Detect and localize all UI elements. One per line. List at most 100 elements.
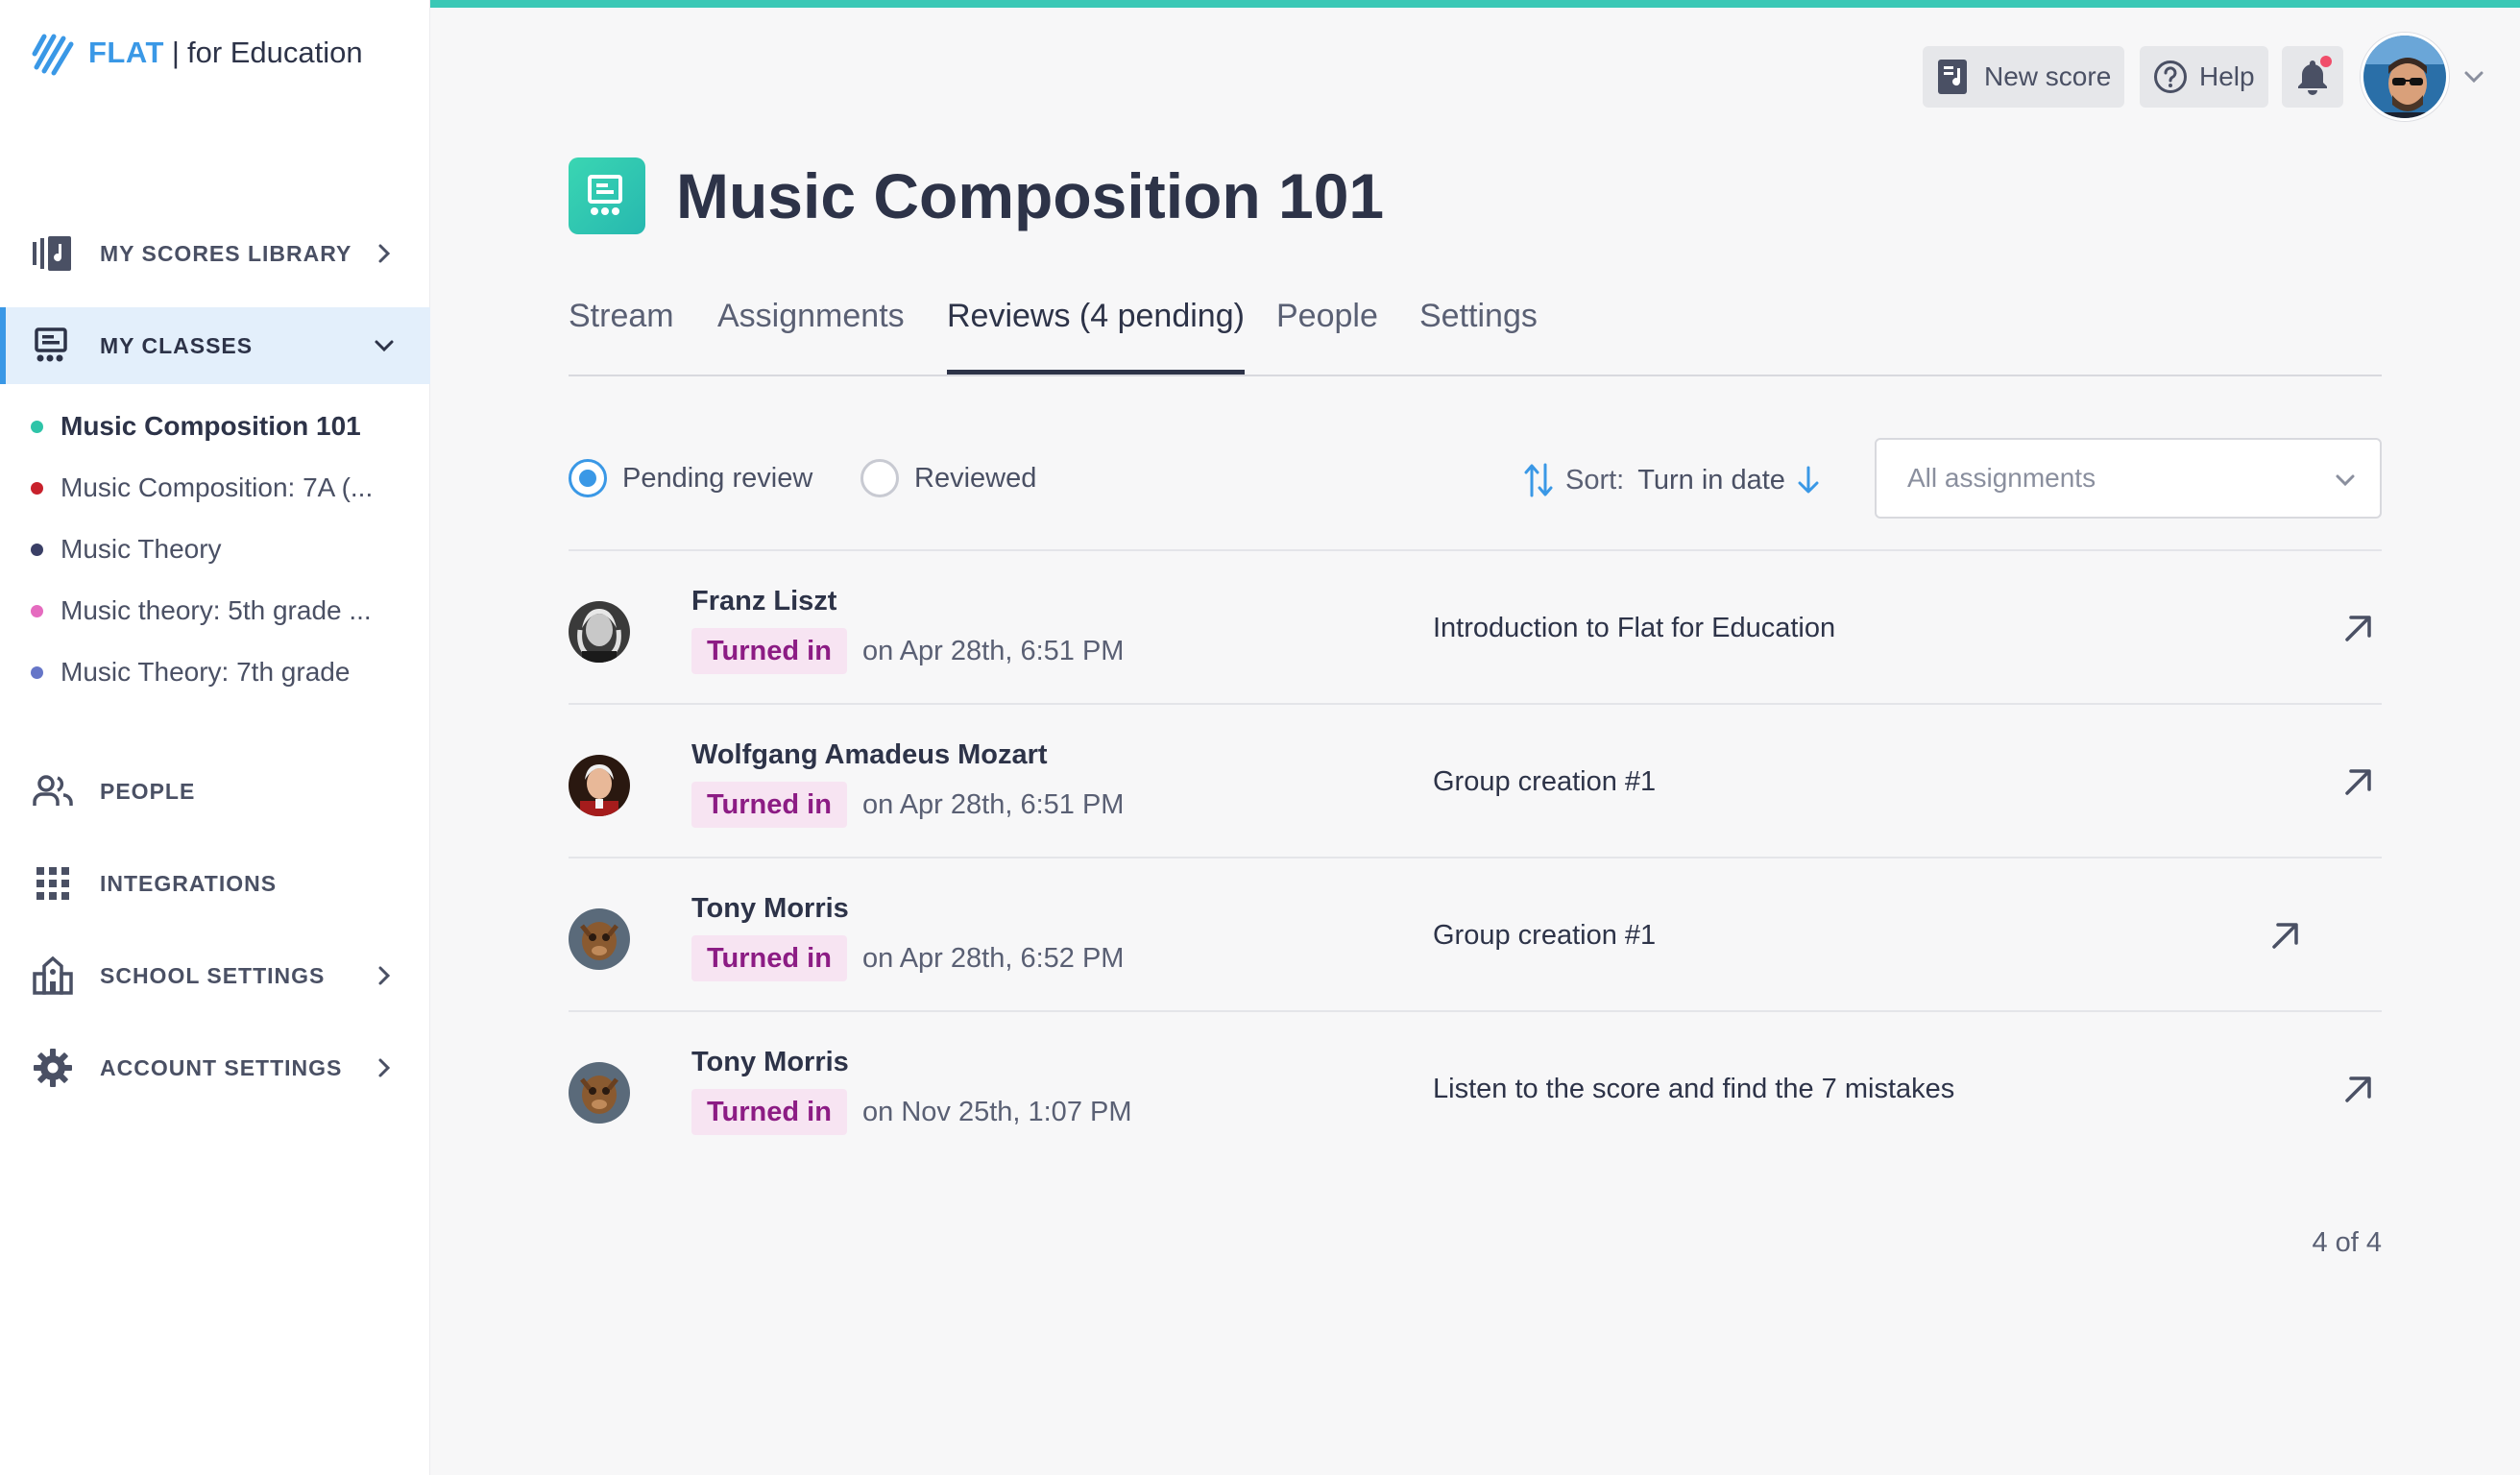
student-avatar [569, 601, 630, 663]
notifications-button[interactable] [2282, 46, 2343, 108]
sort-value: Turn in date [1637, 464, 1785, 496]
turn-in-date: on Apr 28th, 6:51 PM [862, 636, 1125, 666]
gear-icon [33, 1048, 73, 1088]
nav-my-scores-library[interactable]: MY SCORES LIBRARY [0, 215, 430, 292]
library-icon [33, 233, 73, 274]
assignment-name: Introduction to Flat for Education [1433, 613, 1836, 643]
assignments-select-value: All assignments [1907, 463, 2096, 493]
class-color-dot [31, 543, 43, 556]
student-avatar [569, 755, 630, 816]
school-icon [33, 955, 73, 996]
chevron-down-icon [2336, 474, 2355, 487]
chevron-right-icon [378, 1058, 391, 1077]
new-score-label: New score [1984, 61, 2112, 91]
brand-logo[interactable]: FLAT | for Education [31, 29, 363, 77]
tab-reviews[interactable]: Reviews (4 pending) [947, 298, 1245, 375]
nav-school-settings[interactable]: SCHOOL SETTINGS [0, 937, 430, 1014]
nav-label: MY CLASSES [100, 332, 254, 358]
status-badge: Turned in [691, 935, 847, 981]
turn-in-date: on Nov 25th, 1:07 PM [862, 1097, 1132, 1127]
page-title: Music Composition 101 [676, 160, 1385, 231]
user-avatar[interactable] [2361, 33, 2449, 121]
sidebar: FLAT | for Education MY SCORES LIBRARY M… [0, 0, 430, 1475]
class-item-music-theory[interactable]: Music Theory [0, 519, 430, 580]
turn-in-date: on Apr 28th, 6:51 PM [862, 789, 1125, 820]
new-score-button[interactable]: New score [1923, 46, 2125, 108]
reviewed-radio[interactable]: Reviewed [860, 459, 1036, 497]
review-row[interactable]: Tony Morris Turned in on Nov 25th, 1:07 … [569, 1010, 2382, 1164]
help-label: Help [2199, 61, 2255, 91]
nav-label: ACCOUNT SETTINGS [100, 1054, 343, 1080]
class-color-dot [31, 481, 43, 495]
class-item-music-theory-5th-grade[interactable]: Music theory: 5th grade ... [0, 580, 430, 641]
chevron-right-icon [378, 244, 391, 263]
sort-icon [1524, 463, 1553, 497]
assignment-name: Group creation #1 [1433, 920, 1657, 951]
brand-separator: | [171, 36, 180, 69]
sort-control[interactable]: Sort: Turn in date [1523, 459, 1822, 501]
nav-label: MY SCORES LIBRARY [100, 240, 352, 266]
score-icon [1938, 60, 1967, 94]
class-name: Music Theory [61, 534, 222, 564]
class-item-music-theory-7th-grade[interactable]: Music Theory: 7th grade [0, 641, 430, 703]
nav-label: SCHOOL SETTINGS [100, 962, 326, 988]
people-icon [33, 771, 73, 811]
assignments-select[interactable]: All assignments [1875, 438, 2382, 519]
nav-my-classes[interactable]: MY CLASSES [0, 307, 430, 384]
review-row[interactable]: Franz Liszt Turned in on Apr 28th, 6:51 … [569, 549, 2382, 703]
student-avatar [569, 908, 630, 970]
tab-people[interactable]: People [1276, 298, 1378, 375]
student-name: Tony Morris [691, 1047, 849, 1077]
class-color-dot [31, 604, 43, 617]
user-avatar-image [2363, 36, 2446, 118]
class-icon [569, 157, 645, 234]
class-item-music-composition-7a[interactable]: Music Composition: 7A (... [0, 457, 430, 519]
class-color-dot [31, 665, 43, 679]
classes-icon [33, 326, 73, 366]
review-row[interactable]: Wolfgang Amadeus Mozart Turned in on Apr… [569, 703, 2382, 857]
class-name: Music Composition 101 [61, 411, 361, 441]
chevron-right-icon [378, 966, 391, 985]
radio-circle [569, 459, 607, 497]
status-badge: Turned in [691, 782, 847, 828]
account-menu-chevron-icon[interactable] [2460, 63, 2487, 90]
tab-stream[interactable]: Stream [569, 298, 674, 375]
top-accent-bar [430, 0, 2520, 8]
nav-label: INTEGRATIONS [100, 870, 278, 896]
class-item-music-composition-101[interactable]: Music Composition 101 [0, 396, 430, 457]
turn-in-date: on Apr 28th, 6:52 PM [862, 943, 1125, 974]
open-arrow-icon[interactable] [2338, 607, 2380, 649]
assignment-name: Group creation #1 [1433, 766, 1657, 797]
class-name: Music Theory: 7th grade [61, 657, 351, 687]
nav-account-settings[interactable]: ACCOUNT SETTINGS [0, 1029, 430, 1106]
tab-assignments[interactable]: Assignments [717, 298, 905, 375]
sort-label: Sort: [1565, 464, 1625, 496]
class-tabs: Stream Assignments Reviews (4 pending) P… [569, 288, 2382, 376]
help-icon [2154, 60, 2187, 93]
brand-name: FLAT [88, 36, 164, 69]
student-name: Franz Liszt [691, 586, 837, 617]
pagination-count: 4 of 4 [2312, 1227, 2382, 1258]
student-avatar [569, 1062, 630, 1124]
nav-integrations[interactable]: INTEGRATIONS [0, 845, 430, 922]
open-arrow-icon[interactable] [2338, 1068, 2380, 1110]
status-badge: Turned in [691, 1089, 847, 1135]
review-row[interactable]: Tony Morris Turned in on Apr 28th, 6:52 … [569, 857, 2382, 1010]
class-color-dot [31, 420, 43, 433]
arrow-down-icon [1798, 466, 1819, 494]
class-list: Music Composition 101 Music Composition:… [0, 396, 430, 703]
open-arrow-icon[interactable] [2265, 914, 2307, 956]
pending-review-radio[interactable]: Pending review [569, 459, 812, 497]
assignment-name: Listen to the score and find the 7 mista… [1433, 1074, 1955, 1104]
chevron-down-icon [375, 340, 394, 352]
radio-label: Reviewed [914, 462, 1037, 494]
class-name: Music theory: 5th grade ... [61, 595, 372, 625]
class-name: Music Composition: 7A (... [61, 472, 374, 502]
help-button[interactable]: Help [2140, 46, 2268, 108]
tab-settings[interactable]: Settings [1419, 298, 1538, 375]
student-name: Tony Morris [691, 893, 849, 924]
open-arrow-icon[interactable] [2338, 761, 2380, 803]
reviews-list: Franz Liszt Turned in on Apr 28th, 6:51 … [569, 549, 2382, 1164]
radio-label: Pending review [622, 462, 813, 494]
nav-people[interactable]: PEOPLE [0, 753, 430, 830]
